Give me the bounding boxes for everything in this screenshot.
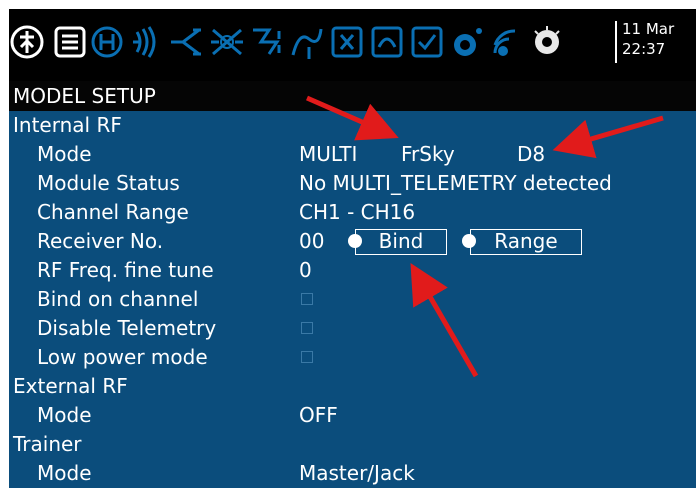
mode-value[interactable]: Master/Jack <box>299 459 415 488</box>
bind-button[interactable]: Bind <box>355 229 447 255</box>
rf-freq-row: RF Freq. fine tune 0 <box>9 256 696 285</box>
bind-on-channel-checkbox[interactable] <box>301 293 313 305</box>
internal-rf-mode-row: Mode MULTI FrSky D8 <box>9 140 696 169</box>
channel-range-label: Channel Range <box>37 200 189 224</box>
mode-value[interactable]: MULTI <box>299 140 357 169</box>
receiver-no-row: Receiver No. 00 Bind Range <box>9 227 696 256</box>
low-power-checkbox[interactable] <box>301 351 313 363</box>
trainer-mode-row: Mode Master/Jack <box>9 459 696 488</box>
disable-telemetry-label: Disable Telemetry <box>37 316 217 340</box>
status-divider <box>615 21 617 63</box>
low-power-label: Low power mode <box>37 345 208 369</box>
mode-label: Mode <box>37 461 92 485</box>
bind-on-channel-label: Bind on channel <box>37 287 199 311</box>
receiver-no-label: Receiver No. <box>37 229 164 253</box>
special-functions-icon[interactable] <box>409 17 445 67</box>
flight-modes-icon[interactable] <box>129 17 165 67</box>
disable-telemetry-checkbox[interactable] <box>301 322 313 334</box>
mixer-icon[interactable] <box>209 17 245 67</box>
channel-range-row: Channel Range CH1 - CH16 <box>9 198 696 227</box>
bind-on-channel-row: Bind on channel <box>9 285 696 314</box>
receiver-no-value[interactable]: 00 <box>299 227 324 256</box>
section-label: External RF <box>13 374 128 398</box>
external-rf-section: External RF <box>9 372 696 401</box>
internal-rf-section: Internal RF <box>9 111 696 140</box>
outputs-icon[interactable] <box>249 17 285 67</box>
rf-freq-value[interactable]: 0 <box>299 256 312 285</box>
inputs-icon[interactable] <box>169 17 205 67</box>
heli-icon[interactable] <box>89 17 125 67</box>
display-icon[interactable] <box>529 17 565 67</box>
subtype-value[interactable]: D8 <box>517 140 545 169</box>
model-menu-icon[interactable] <box>52 17 88 67</box>
module-status-label: Module Status <box>37 171 180 195</box>
logical-switches-icon[interactable] <box>369 17 405 67</box>
custom-scripts-icon[interactable] <box>449 17 485 67</box>
mode-label: Mode <box>37 142 92 166</box>
time-text: 22:37 <box>622 40 666 58</box>
radio-menu-icon[interactable] <box>9 17 45 67</box>
section-label: Trainer <box>13 432 82 456</box>
page-title: MODEL SETUP <box>9 81 696 111</box>
channel-range-value[interactable]: CH1 - CH16 <box>299 198 415 227</box>
status-bar: 11 Mar 22:37 <box>9 9 696 81</box>
date-text: 11 Mar <box>622 20 675 38</box>
mode-value[interactable]: OFF <box>299 401 338 430</box>
disable-telemetry-row: Disable Telemetry <box>9 314 696 343</box>
external-rf-mode-row: Mode OFF <box>9 401 696 430</box>
section-label: Internal RF <box>13 113 122 137</box>
protocol-value[interactable]: FrSky <box>401 140 455 169</box>
radio-screen: 11 Mar 22:37 MODEL SETUP Internal RF Mod… <box>9 9 696 488</box>
range-button[interactable]: Range <box>470 229 582 255</box>
date-time: 11 Mar 22:37 <box>622 19 674 59</box>
mode-label: Mode <box>37 403 92 427</box>
telemetry-icon[interactable] <box>489 17 525 67</box>
curves-icon[interactable] <box>289 17 325 67</box>
module-status-value: No MULTI_TELEMETRY detected <box>299 171 612 195</box>
rf-freq-label: RF Freq. fine tune <box>37 258 214 282</box>
trainer-section: Trainer <box>9 430 696 459</box>
gvars-icon[interactable] <box>329 17 365 67</box>
low-power-row: Low power mode <box>9 343 696 372</box>
module-status-row: Module Status No MULTI_TELEMETRY detecte… <box>9 169 696 198</box>
